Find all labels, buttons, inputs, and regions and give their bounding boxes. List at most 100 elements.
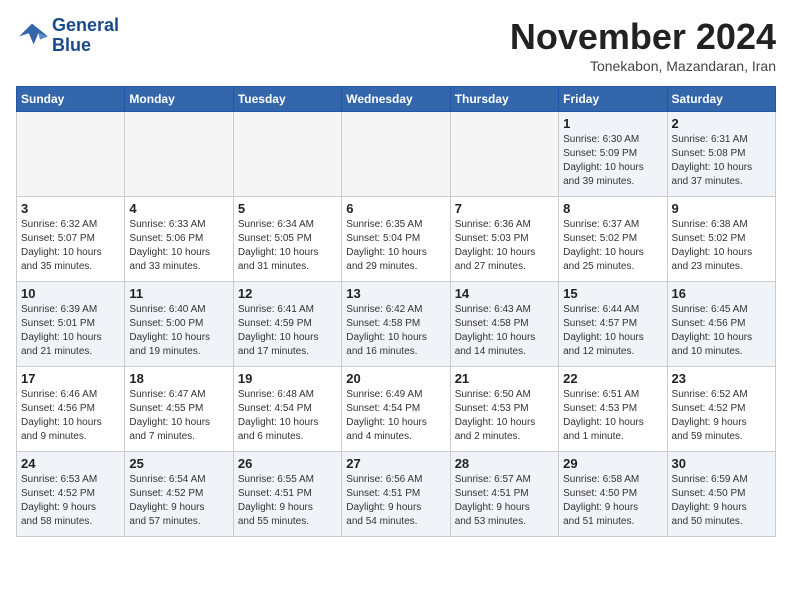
- calendar-cell: [450, 112, 558, 197]
- weekday-header: Tuesday: [233, 87, 341, 112]
- day-number: 1: [563, 116, 662, 131]
- day-number: 23: [672, 371, 771, 386]
- day-info: Sunrise: 6:42 AM Sunset: 4:58 PM Dayligh…: [346, 303, 445, 359]
- day-number: 26: [238, 456, 337, 471]
- calendar-cell: 24Sunrise: 6:53 AM Sunset: 4:52 PM Dayli…: [17, 452, 125, 537]
- day-number: 19: [238, 371, 337, 386]
- day-info: Sunrise: 6:33 AM Sunset: 5:06 PM Dayligh…: [129, 218, 228, 274]
- day-info: Sunrise: 6:43 AM Sunset: 4:58 PM Dayligh…: [455, 303, 554, 359]
- weekday-header: Saturday: [667, 87, 775, 112]
- day-info: Sunrise: 6:57 AM Sunset: 4:51 PM Dayligh…: [455, 473, 554, 529]
- calendar-cell: [342, 112, 450, 197]
- calendar-cell: 16Sunrise: 6:45 AM Sunset: 4:56 PM Dayli…: [667, 282, 775, 367]
- calendar-week-row: 1 Sunrise: 6:30 AM Sunset: 5:09 PM Daylig…: [17, 112, 776, 197]
- weekday-header: Wednesday: [342, 87, 450, 112]
- day-info: Sunrise: 6:38 AM Sunset: 5:02 PM Dayligh…: [672, 218, 771, 274]
- day-info: Sunrise: 6:54 AM Sunset: 4:52 PM Dayligh…: [129, 473, 228, 529]
- day-info: Sunrise: 6:37 AM Sunset: 5:02 PM Dayligh…: [563, 218, 662, 274]
- day-info: Sunrise: 6:50 AM Sunset: 4:53 PM Dayligh…: [455, 388, 554, 444]
- day-number: 13: [346, 286, 445, 301]
- day-number: 16: [672, 286, 771, 301]
- weekday-header-row: SundayMondayTuesdayWednesdayThursdayFrid…: [17, 87, 776, 112]
- day-info: Sunrise: 6:40 AM Sunset: 5:00 PM Dayligh…: [129, 303, 228, 359]
- day-info: Sunrise: 6:31 AM Sunset: 5:08 PM Dayligh…: [672, 133, 771, 189]
- day-number: 10: [21, 286, 120, 301]
- day-number: 20: [346, 371, 445, 386]
- calendar-table: SundayMondayTuesdayWednesdayThursdayFrid…: [16, 86, 776, 537]
- day-number: 8: [563, 201, 662, 216]
- calendar-cell: 25 Sunrise: 6:54 AM Sunset: 4:52 PM Dayli…: [125, 452, 233, 537]
- calendar-cell: 15Sunrise: 6:44 AM Sunset: 4:57 PM Dayli…: [559, 282, 667, 367]
- day-info: Sunrise: 6:55 AM Sunset: 4:51 PM Dayligh…: [238, 473, 337, 529]
- day-number: 3: [21, 201, 120, 216]
- day-info: Sunrise: 6:39 AM Sunset: 5:01 PM Dayligh…: [21, 303, 120, 359]
- calendar-cell: 30 Sunrise: 6:59 AM Sunset: 4:50 PM Dayli…: [667, 452, 775, 537]
- day-number: 15: [563, 286, 662, 301]
- day-info: Sunrise: 6:46 AM Sunset: 4:56 PM Dayligh…: [21, 388, 120, 444]
- calendar-week-row: 10 Sunrise: 6:39 AM Sunset: 5:01 PM Dayli…: [17, 282, 776, 367]
- logo-bird-icon: [16, 22, 48, 50]
- day-info: Sunrise: 6:48 AM Sunset: 4:54 PM Dayligh…: [238, 388, 337, 444]
- day-info: Sunrise: 6:51 AM Sunset: 4:53 PM Dayligh…: [563, 388, 662, 444]
- day-number: 9: [672, 201, 771, 216]
- calendar-cell: 10 Sunrise: 6:39 AM Sunset: 5:01 PM Dayli…: [17, 282, 125, 367]
- calendar-cell: 20 Sunrise: 6:49 AM Sunset: 4:54 PM Dayli…: [342, 367, 450, 452]
- logo: General Blue: [16, 16, 119, 56]
- calendar-cell: 19 Sunrise: 6:48 AM Sunset: 4:54 PM Dayli…: [233, 367, 341, 452]
- day-number: 2: [672, 116, 771, 131]
- calendar-cell: 8 Sunrise: 6:37 AM Sunset: 5:02 PM Daylig…: [559, 197, 667, 282]
- day-number: 4: [129, 201, 228, 216]
- calendar-cell: 28 Sunrise: 6:57 AM Sunset: 4:51 PM Dayli…: [450, 452, 558, 537]
- weekday-header: Sunday: [17, 87, 125, 112]
- calendar-cell: [233, 112, 341, 197]
- day-number: 24: [21, 456, 120, 471]
- day-info: Sunrise: 6:58 AM Sunset: 4:50 PM Dayligh…: [563, 473, 662, 529]
- page-header: General Blue November 2024 Tonekabon, Ma…: [16, 16, 776, 74]
- day-number: 21: [455, 371, 554, 386]
- day-number: 22: [563, 371, 662, 386]
- calendar-cell: 3 Sunrise: 6:32 AM Sunset: 5:07 PM Daylig…: [17, 197, 125, 282]
- calendar-cell: 14 Sunrise: 6:43 AM Sunset: 4:58 PM Dayli…: [450, 282, 558, 367]
- day-info: Sunrise: 6:35 AM Sunset: 5:04 PM Dayligh…: [346, 218, 445, 274]
- calendar-cell: 13 Sunrise: 6:42 AM Sunset: 4:58 PM Dayli…: [342, 282, 450, 367]
- day-info: Sunrise: 6:47 AM Sunset: 4:55 PM Dayligh…: [129, 388, 228, 444]
- calendar-cell: 18 Sunrise: 6:47 AM Sunset: 4:55 PM Dayli…: [125, 367, 233, 452]
- day-number: 18: [129, 371, 228, 386]
- day-info: Sunrise: 6:36 AM Sunset: 5:03 PM Dayligh…: [455, 218, 554, 274]
- day-number: 12: [238, 286, 337, 301]
- day-number: 17: [21, 371, 120, 386]
- day-info: Sunrise: 6:32 AM Sunset: 5:07 PM Dayligh…: [21, 218, 120, 274]
- day-number: 28: [455, 456, 554, 471]
- day-number: 14: [455, 286, 554, 301]
- location-subtitle: Tonekabon, Mazandaran, Iran: [510, 58, 776, 74]
- day-number: 25: [129, 456, 228, 471]
- calendar-week-row: 17 Sunrise: 6:46 AM Sunset: 4:56 PM Dayli…: [17, 367, 776, 452]
- day-number: 5: [238, 201, 337, 216]
- weekday-header: Friday: [559, 87, 667, 112]
- calendar-week-row: 3 Sunrise: 6:32 AM Sunset: 5:07 PM Daylig…: [17, 197, 776, 282]
- day-info: Sunrise: 6:52 AM Sunset: 4:52 PM Dayligh…: [672, 388, 771, 444]
- day-info: Sunrise: 6:49 AM Sunset: 4:54 PM Dayligh…: [346, 388, 445, 444]
- calendar-cell: 21 Sunrise: 6:50 AM Sunset: 4:53 PM Dayli…: [450, 367, 558, 452]
- day-info: Sunrise: 6:34 AM Sunset: 5:05 PM Dayligh…: [238, 218, 337, 274]
- day-number: 29: [563, 456, 662, 471]
- calendar-cell: 29 Sunrise: 6:58 AM Sunset: 4:50 PM Dayli…: [559, 452, 667, 537]
- calendar-cell: 2 Sunrise: 6:31 AM Sunset: 5:08 PM Daylig…: [667, 112, 775, 197]
- calendar-cell: 17 Sunrise: 6:46 AM Sunset: 4:56 PM Dayli…: [17, 367, 125, 452]
- day-number: 30: [672, 456, 771, 471]
- weekday-header: Monday: [125, 87, 233, 112]
- day-info: Sunrise: 6:41 AM Sunset: 4:59 PM Dayligh…: [238, 303, 337, 359]
- day-info: Sunrise: 6:56 AM Sunset: 4:51 PM Dayligh…: [346, 473, 445, 529]
- calendar-week-row: 24Sunrise: 6:53 AM Sunset: 4:52 PM Dayli…: [17, 452, 776, 537]
- day-info: Sunrise: 6:30 AM Sunset: 5:09 PM Dayligh…: [563, 133, 662, 189]
- calendar-cell: [17, 112, 125, 197]
- calendar-cell: 5 Sunrise: 6:34 AM Sunset: 5:05 PM Daylig…: [233, 197, 341, 282]
- logo-text: General Blue: [52, 16, 119, 56]
- calendar-cell: 11Sunrise: 6:40 AM Sunset: 5:00 PM Dayli…: [125, 282, 233, 367]
- calendar-cell: 9 Sunrise: 6:38 AM Sunset: 5:02 PM Daylig…: [667, 197, 775, 282]
- day-info: Sunrise: 6:59 AM Sunset: 4:50 PM Dayligh…: [672, 473, 771, 529]
- day-number: 7: [455, 201, 554, 216]
- title-area: November 2024 Tonekabon, Mazandaran, Ira…: [510, 16, 776, 74]
- month-title: November 2024: [510, 16, 776, 58]
- calendar-cell: [125, 112, 233, 197]
